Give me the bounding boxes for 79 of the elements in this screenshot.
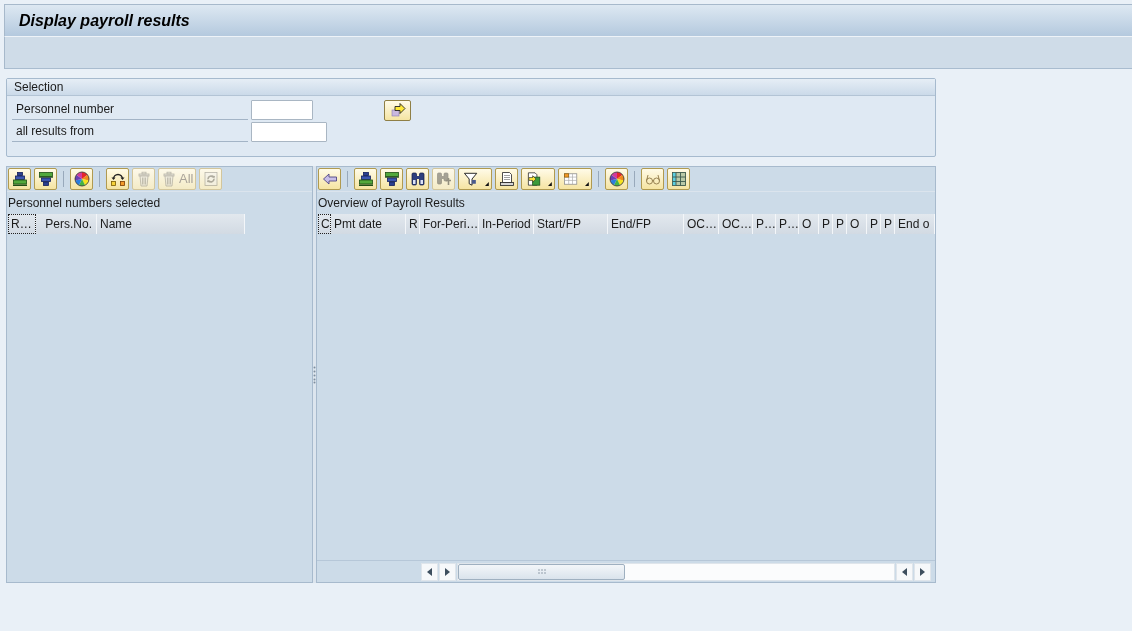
column-header[interactable]: Start/FP — [534, 214, 608, 234]
column-header[interactable]: In-Period — [479, 214, 534, 234]
column-grid-icon — [670, 171, 687, 187]
scroll-right-button[interactable] — [914, 562, 931, 581]
group-title: Selection — [7, 79, 935, 96]
column-header[interactable]: OC… — [684, 214, 719, 234]
grid-button[interactable] — [667, 168, 690, 190]
filter-button[interactable] — [458, 168, 492, 190]
column-header[interactable]: O — [799, 214, 819, 234]
color-wheel-button[interactable] — [70, 168, 93, 190]
export-button[interactable] — [521, 168, 555, 190]
scroll-right-button[interactable] — [439, 562, 456, 581]
column-header[interactable]: P — [867, 214, 881, 234]
left-arrow-icon — [427, 567, 432, 576]
column-header[interactable]: P — [819, 214, 833, 234]
table-grid-icon — [563, 171, 579, 187]
funnel-icon — [463, 171, 479, 187]
sort-ascending-icon — [11, 171, 28, 187]
grip-icon — [537, 569, 546, 574]
sort-ascending-button[interactable] — [8, 168, 31, 190]
back-button[interactable] — [318, 168, 341, 190]
column-header[interactable]: P… — [776, 214, 799, 234]
list-title: Personnel numbers selected — [7, 195, 162, 212]
scroll-left-button[interactable] — [896, 562, 913, 581]
right-arrow-icon — [389, 102, 406, 118]
layout-button[interactable] — [558, 168, 592, 190]
scrollbar-thumb[interactable] — [458, 563, 625, 580]
column-header[interactable]: R… — [8, 214, 36, 234]
print-button[interactable] — [495, 168, 518, 190]
right-arrow-icon — [445, 567, 450, 576]
back-arrow-icon — [321, 171, 338, 187]
color-wheel-icon — [608, 171, 625, 187]
curved-arrow-button[interactable] — [106, 168, 129, 190]
column-header[interactable]: C — [318, 214, 331, 234]
scroll-left-button[interactable] — [421, 562, 438, 581]
color-wheel-button[interactable] — [605, 168, 628, 190]
window-title: Display payroll results — [19, 11, 190, 30]
input-field[interactable] — [251, 100, 313, 120]
trash-icon — [135, 171, 152, 187]
column-header[interactable]: Name — [97, 214, 245, 234]
column-header[interactable]: End/FP — [608, 214, 684, 234]
find-button[interactable] — [406, 168, 429, 190]
sort-descending-icon — [37, 171, 54, 187]
right-arrow-icon — [920, 567, 925, 576]
column-header[interactable]: P… — [753, 214, 776, 234]
column-header[interactable]: R — [406, 214, 420, 234]
refresh-icon — [202, 171, 219, 187]
column-header[interactable]: O — [847, 214, 867, 234]
curved-arrow-icon — [109, 171, 126, 187]
sort-descending-icon — [383, 171, 400, 187]
column-header[interactable]: OC… — [719, 214, 753, 234]
sort-ascending-icon — [357, 171, 374, 187]
column-header[interactable]: For-Peri… — [420, 214, 479, 234]
column-header[interactable]: End o — [895, 214, 935, 234]
input-field[interactable] — [251, 122, 327, 142]
document-arrow-icon — [526, 171, 542, 187]
column-header[interactable]: P — [881, 214, 895, 234]
glasses-button[interactable] — [641, 168, 664, 190]
trash-icon — [161, 171, 177, 187]
sort-ascending-button[interactable] — [354, 168, 377, 190]
color-wheel-icon — [73, 171, 90, 187]
table-title: Overview of Payroll Results — [317, 195, 466, 212]
grip-icon — [313, 365, 316, 384]
field-label: Personnel number — [12, 100, 248, 120]
column-header[interactable]: Pers.No. — [36, 214, 97, 234]
caret-icon — [485, 182, 489, 186]
sort-descending-button[interactable] — [34, 168, 57, 190]
splitter-handle[interactable] — [313, 166, 316, 583]
column-header[interactable]: P — [833, 214, 847, 234]
column-header[interactable]: Pmt date — [331, 214, 406, 234]
caret-icon — [585, 182, 589, 186]
enter-button[interactable] — [384, 99, 411, 121]
left-arrow-icon — [902, 567, 907, 576]
caret-icon — [548, 182, 552, 186]
binoculars-icon — [409, 171, 426, 187]
sort-descending-button[interactable] — [380, 168, 403, 190]
printer-icon — [498, 171, 515, 187]
binoculars-plus-icon — [435, 171, 452, 187]
field-label: all results from — [12, 122, 248, 142]
